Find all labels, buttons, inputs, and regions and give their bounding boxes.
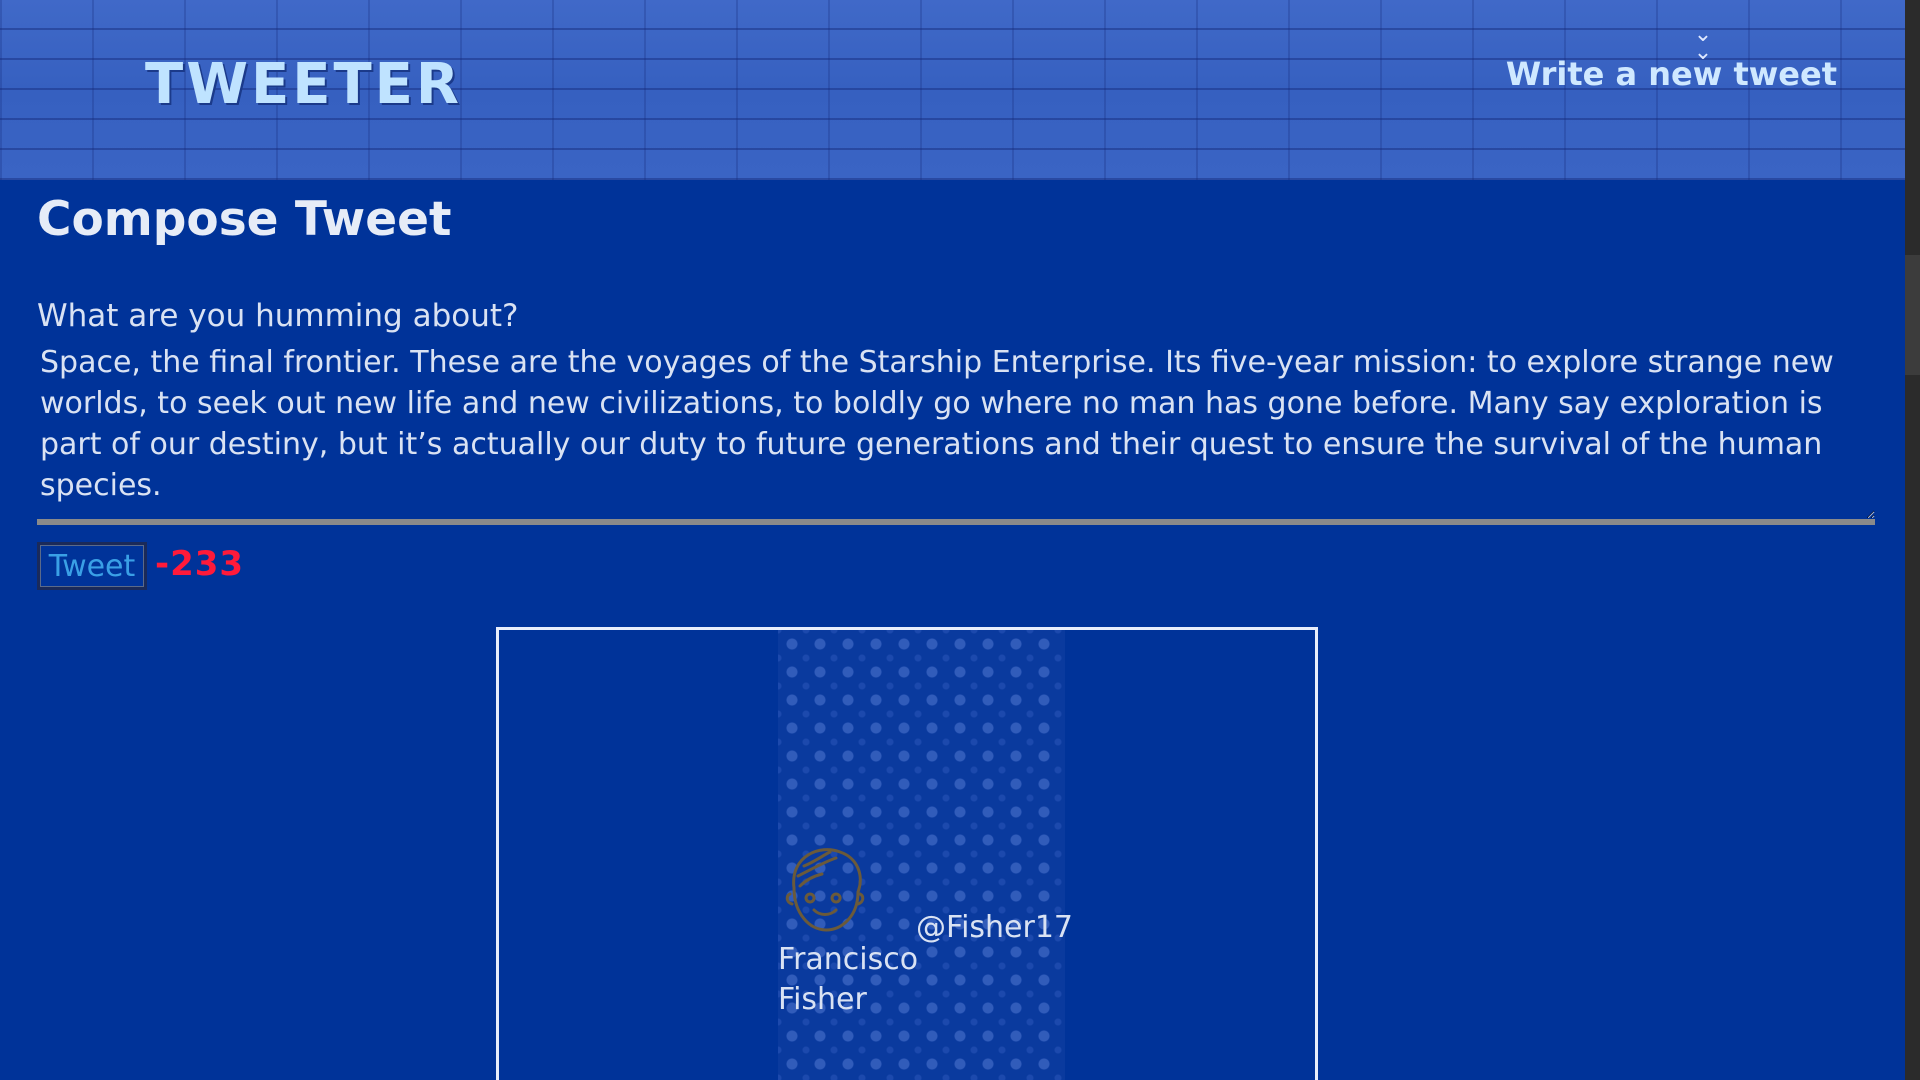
tweet-author-handle: @Fisher17 xyxy=(916,910,1074,945)
tweet-prompt-label: What are you humming about? xyxy=(37,298,519,334)
tweet-submit-button[interactable]: Tweet xyxy=(37,542,147,590)
scrollbar-thumb[interactable] xyxy=(1905,255,1920,375)
tweet-author-name: Francisco Fisher xyxy=(778,942,919,1017)
tweet-textarea[interactable] xyxy=(37,342,1875,525)
site-logo[interactable]: TWEETER xyxy=(145,52,462,117)
character-counter: -233 xyxy=(155,544,245,584)
header-bar: TWEETER ⌄ ⌄ Write a new tweet xyxy=(0,0,1905,180)
write-new-tweet-link[interactable]: Write a new tweet xyxy=(1506,55,1837,93)
vertical-scrollbar[interactable] xyxy=(1905,0,1920,1080)
compose-title: Compose Tweet xyxy=(37,192,452,247)
user-face-icon xyxy=(785,848,865,932)
page: TWEETER ⌄ ⌄ Write a new tweet Compose Twe… xyxy=(0,0,1920,1080)
